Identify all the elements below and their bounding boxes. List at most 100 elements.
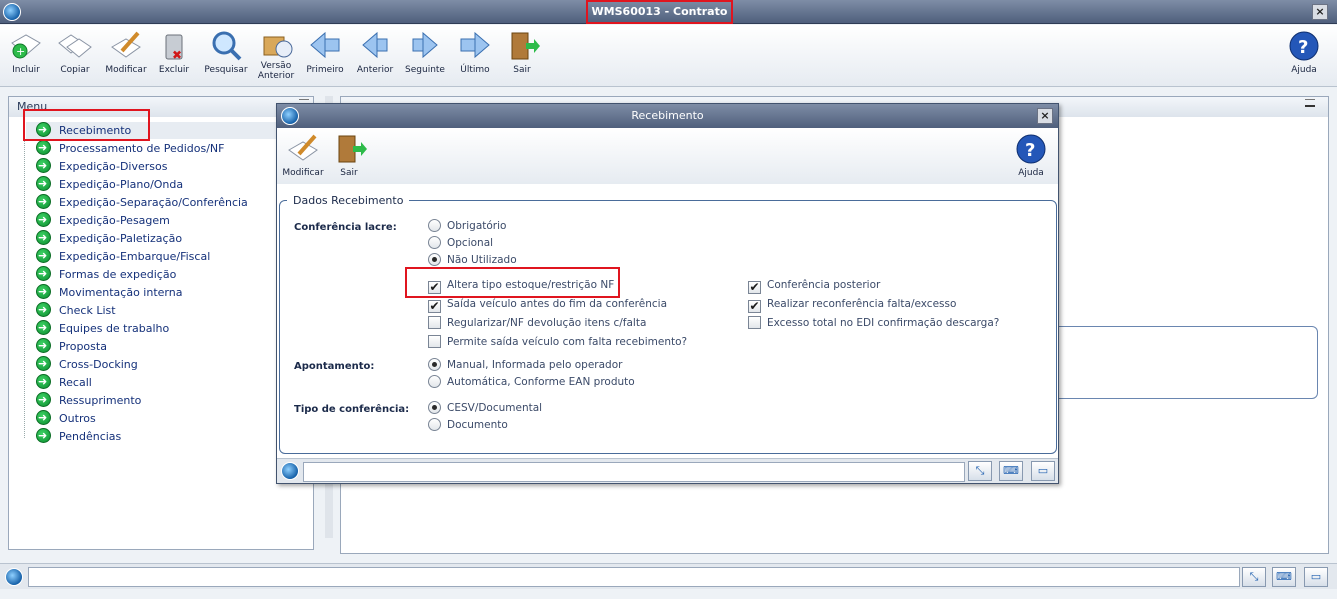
arrow-right-icon: [36, 337, 51, 355]
menu-item-label: Expedição-Separação/Conferência: [59, 196, 248, 209]
pesquisar-button[interactable]: Pesquisar: [201, 29, 251, 75]
status-input[interactable]: [28, 567, 1240, 587]
status-logo-icon: [5, 568, 23, 586]
menu-item[interactable]: Expedição-Pesagem: [36, 211, 170, 230]
dialog-sair-button[interactable]: Sair: [324, 132, 374, 178]
dialog-statusbar: ⤡ ⌨ ▭: [277, 458, 1058, 483]
menu-item-label: Expedição-Embarque/Fiscal: [59, 250, 211, 263]
radio-button[interactable]: [428, 236, 441, 249]
arrow-right-icon: [36, 157, 51, 175]
arrow-right-icon: [36, 355, 51, 373]
radio-button[interactable]: [428, 358, 441, 371]
radio-option[interactable]: CESV/Documental: [428, 401, 542, 417]
highlight-box-menu: [23, 109, 150, 141]
checkbox[interactable]: [748, 316, 761, 329]
menu-item-label: Equipes de trabalho: [59, 322, 170, 335]
tree-connector: [24, 131, 25, 438]
checkbox-label: Realizar reconferência falta/excesso: [767, 298, 957, 310]
exit-icon: [338, 135, 367, 163]
menu-item[interactable]: Expedição-Plano/Onda: [36, 175, 183, 194]
checkbox-option[interactable]: Permite saída veículo com falta recebime…: [428, 335, 687, 351]
checkbox-label: Regularizar/NF devolução itens c/falta: [447, 317, 647, 329]
dialog-toolbar: Modificar Sair ? Ajuda: [277, 128, 1058, 184]
exit-icon: [511, 32, 540, 60]
menu-item[interactable]: Proposta: [36, 337, 107, 356]
dialog-modificar-button[interactable]: Modificar: [278, 132, 328, 178]
menu-item[interactable]: Processamento de Pedidos/NF: [36, 139, 224, 158]
dialog-close-button[interactable]: ×: [1037, 108, 1053, 124]
chat-icon[interactable]: ▭: [1304, 567, 1328, 587]
dialog-status-logo-icon: [281, 462, 299, 480]
menu-item[interactable]: Expedição-Embarque/Fiscal: [36, 247, 211, 266]
ajuda-button[interactable]: ? Ajuda: [1279, 29, 1329, 75]
resize-icon[interactable]: ⤡: [968, 461, 992, 481]
menu-item[interactable]: Expedição-Diversos: [36, 157, 168, 176]
menu-item[interactable]: Formas de expedição: [36, 265, 177, 284]
menu-item-label: Ressuprimento: [59, 394, 142, 407]
content-minimize-button[interactable]: [1305, 99, 1315, 107]
menu-item[interactable]: Outros: [36, 409, 96, 428]
primeiro-button[interactable]: Primeiro: [300, 29, 350, 75]
radio-option[interactable]: Manual, Informada pelo operador: [428, 358, 622, 374]
dialog-title: Recebimento: [631, 109, 704, 122]
incluir-button[interactable]: + Incluir: [1, 29, 51, 75]
menu-item-label: Formas de expedição: [59, 268, 177, 281]
arrow-right-icon: [36, 409, 51, 427]
menu-item[interactable]: Movimentação interna: [36, 283, 182, 302]
menu-item[interactable]: Recall: [36, 373, 92, 392]
arrow-right-icon: [36, 373, 51, 391]
checkbox[interactable]: ✔: [428, 300, 441, 313]
radio-label: Obrigatório: [447, 220, 507, 232]
radio-option[interactable]: Obrigatório: [428, 219, 506, 235]
menu-item[interactable]: Check List: [36, 301, 116, 320]
menu-item[interactable]: Equipes de trabalho: [36, 319, 170, 338]
menu-item[interactable]: Cross-Docking: [36, 355, 138, 374]
excluir-button[interactable]: ✖ Excluir: [149, 29, 199, 75]
radio-button[interactable]: [428, 401, 441, 414]
arrow-right-icon: [36, 265, 51, 283]
radio-button[interactable]: [428, 418, 441, 431]
checkbox[interactable]: [428, 316, 441, 329]
radio-button[interactable]: [428, 375, 441, 388]
menu-item[interactable]: Expedição-Separação/Conferência: [36, 193, 248, 212]
menu-item-label: Expedição-Diversos: [59, 160, 168, 173]
radio-button[interactable]: [428, 253, 441, 266]
checkbox[interactable]: ✔: [748, 281, 761, 294]
radio-option[interactable]: Automática, Conforme EAN produto: [428, 375, 635, 391]
modificar-button[interactable]: Modificar: [101, 29, 151, 75]
dialog-status-input[interactable]: [303, 462, 965, 482]
checkbox[interactable]: ✔: [748, 300, 761, 313]
arrow-right-icon: [36, 391, 51, 409]
checkbox[interactable]: [428, 335, 441, 348]
menu-item[interactable]: Pendências: [36, 427, 121, 446]
dialog-titlebar: Recebimento ×: [277, 104, 1058, 128]
keyboard-icon[interactable]: ⌨: [1272, 567, 1296, 587]
checkbox-option[interactable]: Regularizar/NF devolução itens c/falta: [428, 316, 646, 332]
radio-option[interactable]: Documento: [428, 418, 508, 434]
seguinte-button[interactable]: Seguinte: [400, 29, 450, 75]
menu-item[interactable]: Expedição-Paletização: [36, 229, 182, 248]
checkbox-label: Permite saída veículo com falta recebime…: [447, 336, 688, 348]
arrow-right-icon: [36, 427, 51, 445]
main-statusbar: ⤡ ⌨ ▭: [0, 563, 1337, 589]
checkbox-option[interactable]: ✔ Conferência posterior: [748, 278, 880, 294]
arrow-right-icon: [36, 301, 51, 319]
copiar-button[interactable]: Copiar: [50, 29, 100, 75]
checkbox-option[interactable]: Excesso total no EDI confirmação descarg…: [748, 316, 999, 332]
version-icon: [263, 36, 293, 58]
arrow-right-icon: [36, 229, 51, 247]
checkbox-option[interactable]: ✔ Saída veículo antes do fim da conferênc…: [428, 297, 667, 313]
radio-button[interactable]: [428, 219, 441, 232]
ultimo-button[interactable]: Último: [450, 29, 500, 75]
checkbox-option[interactable]: ✔ Realizar reconferência falta/excesso: [748, 297, 956, 313]
sair-button[interactable]: Sair: [497, 29, 547, 75]
chat-icon[interactable]: ▭: [1031, 461, 1055, 481]
keyboard-icon[interactable]: ⌨: [999, 461, 1023, 481]
dialog-ajuda-button[interactable]: ? Ajuda: [1006, 132, 1056, 178]
anterior-button[interactable]: Anterior: [350, 29, 400, 75]
menu-item[interactable]: Ressuprimento: [36, 391, 142, 410]
resize-icon[interactable]: ⤡: [1242, 567, 1266, 587]
window-close-button[interactable]: ×: [1312, 4, 1328, 20]
radio-option[interactable]: Opcional: [428, 236, 493, 252]
versao-anterior-button[interactable]: Versão Anterior: [251, 29, 301, 81]
